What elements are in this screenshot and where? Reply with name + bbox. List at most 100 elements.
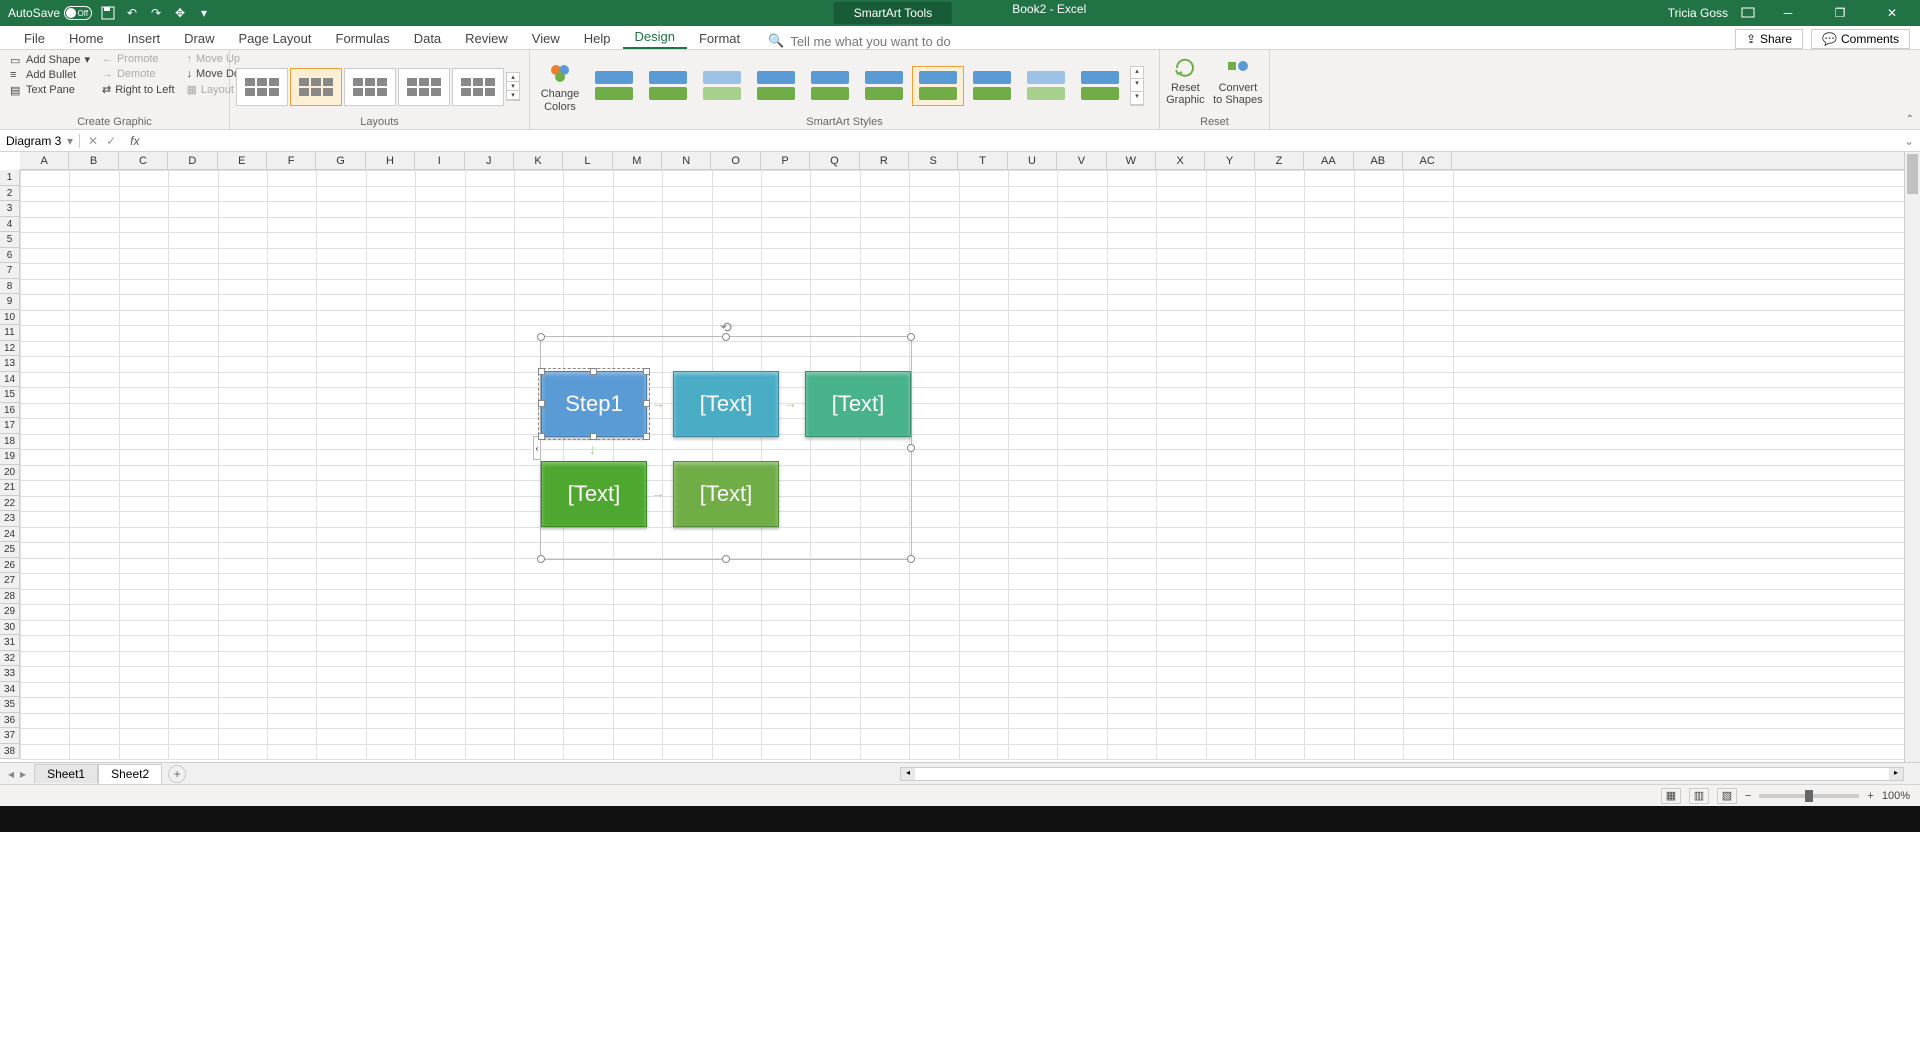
smartart-shape-3[interactable]: [Text] xyxy=(805,371,911,437)
tab-page-layout[interactable]: Page Layout xyxy=(227,28,324,49)
column-header[interactable]: G xyxy=(316,152,365,169)
column-header[interactable]: T xyxy=(958,152,1007,169)
column-header[interactable]: P xyxy=(761,152,810,169)
redo-icon[interactable]: ↷ xyxy=(148,5,164,21)
column-header[interactable]: X xyxy=(1156,152,1205,169)
smartart-shape-4[interactable]: [Text] xyxy=(541,461,647,527)
style-option-7[interactable] xyxy=(912,66,964,106)
tab-file[interactable]: File xyxy=(12,28,57,49)
column-header[interactable]: N xyxy=(662,152,711,169)
column-header[interactable]: L xyxy=(563,152,612,169)
resize-handle-bl[interactable] xyxy=(537,555,545,563)
row-header[interactable]: 2 xyxy=(0,186,20,202)
layout-option-1[interactable] xyxy=(236,68,288,106)
vertical-scrollbar[interactable] xyxy=(1904,152,1920,762)
row-header[interactable]: 15 xyxy=(0,387,20,403)
row-header[interactable]: 26 xyxy=(0,558,20,574)
sheet-tab-2[interactable]: Sheet2 xyxy=(98,764,162,784)
resize-handle-tl[interactable] xyxy=(537,333,545,341)
row-header[interactable]: 33 xyxy=(0,666,20,682)
style-option-4[interactable] xyxy=(750,66,802,106)
column-header[interactable]: K xyxy=(514,152,563,169)
column-header[interactable]: AB xyxy=(1354,152,1403,169)
row-header[interactable]: 3 xyxy=(0,201,20,217)
style-option-3[interactable] xyxy=(696,66,748,106)
cancel-formula-icon[interactable]: ✕ xyxy=(88,134,98,148)
expand-formula-bar-icon[interactable]: ⌄ xyxy=(1898,134,1920,148)
row-header[interactable]: 35 xyxy=(0,697,20,713)
hscroll-right-icon[interactable]: ▸ xyxy=(1889,768,1903,780)
tell-me-search[interactable]: 🔍 Tell me what you want to do xyxy=(768,33,951,49)
styles-more[interactable]: ▴▾▾ xyxy=(1130,66,1144,106)
row-header[interactable]: 24 xyxy=(0,527,20,543)
tab-home[interactable]: Home xyxy=(57,28,116,49)
tab-view[interactable]: View xyxy=(520,28,572,49)
smartart-object[interactable]: ⟲ ‹ Step1[Text][Text][Text][Text] → → ↓ … xyxy=(540,336,912,560)
collapse-ribbon-button[interactable]: ⌃ xyxy=(1906,114,1914,125)
shape-handle[interactable] xyxy=(643,433,650,440)
style-option-2[interactable] xyxy=(642,66,694,106)
shape-handle[interactable] xyxy=(538,368,545,375)
autosave-toggle[interactable]: AutoSave Off xyxy=(8,6,92,20)
tab-insert[interactable]: Insert xyxy=(116,28,173,49)
row-header[interactable]: 8 xyxy=(0,279,20,295)
shape-handle[interactable] xyxy=(538,400,545,407)
column-header[interactable]: W xyxy=(1107,152,1156,169)
sheet-nav-next-icon[interactable]: ▸ xyxy=(20,767,26,781)
worksheet-grid[interactable]: ABCDEFGHIJKLMNOPQRSTUVWXYZAAABAC 1234567… xyxy=(0,152,1920,762)
row-header[interactable]: 22 xyxy=(0,496,20,512)
tab-formulas[interactable]: Formulas xyxy=(324,28,402,49)
row-header[interactable]: 18 xyxy=(0,434,20,450)
name-box[interactable]: Diagram 3▾ xyxy=(0,134,80,148)
row-header[interactable]: 38 xyxy=(0,744,20,760)
resize-handle-br[interactable] xyxy=(907,555,915,563)
undo-icon[interactable]: ↶ xyxy=(124,5,140,21)
tab-review[interactable]: Review xyxy=(453,28,520,49)
text-pane-button[interactable]: ▤Text Pane xyxy=(6,83,94,97)
smartart-shape-5[interactable]: [Text] xyxy=(673,461,779,527)
zoom-slider-thumb[interactable] xyxy=(1805,790,1813,802)
tab-help[interactable]: Help xyxy=(572,28,623,49)
close-button[interactable]: ✕ xyxy=(1872,0,1912,26)
shape-handle[interactable] xyxy=(643,368,650,375)
resize-handle-tr[interactable] xyxy=(907,333,915,341)
column-header[interactable]: AC xyxy=(1403,152,1452,169)
column-header[interactable]: U xyxy=(1008,152,1057,169)
row-header[interactable]: 27 xyxy=(0,573,20,589)
column-header[interactable]: A xyxy=(20,152,69,169)
fx-icon[interactable]: fx xyxy=(124,134,145,148)
style-option-10[interactable] xyxy=(1074,66,1126,106)
column-header[interactable]: Q xyxy=(810,152,859,169)
add-bullet-button[interactable]: ≡Add Bullet xyxy=(6,68,94,82)
user-name[interactable]: Tricia Goss xyxy=(1668,6,1728,20)
row-header[interactable]: 30 xyxy=(0,620,20,636)
smartart-shape-2[interactable]: [Text] xyxy=(673,371,779,437)
column-header[interactable]: R xyxy=(860,152,909,169)
reset-graphic-button[interactable]: Reset Graphic xyxy=(1166,56,1205,115)
column-header[interactable]: F xyxy=(267,152,316,169)
row-header[interactable]: 21 xyxy=(0,480,20,496)
add-shape-button[interactable]: ▭Add Shape ▾ xyxy=(6,52,94,67)
layout-option-2[interactable] xyxy=(290,68,342,106)
column-header[interactable]: D xyxy=(168,152,217,169)
resize-handle-bc[interactable] xyxy=(722,555,730,563)
column-header[interactable]: I xyxy=(415,152,464,169)
tab-format[interactable]: Format xyxy=(687,28,752,49)
resize-handle-tc[interactable] xyxy=(722,333,730,341)
sheet-tab-1[interactable]: Sheet1 xyxy=(34,764,98,783)
minimize-button[interactable]: ─ xyxy=(1768,0,1808,26)
column-header[interactable]: O xyxy=(711,152,760,169)
comments-button[interactable]: 💬Comments xyxy=(1811,29,1910,49)
row-header[interactable]: 4 xyxy=(0,217,20,233)
style-option-9[interactable] xyxy=(1020,66,1072,106)
row-header[interactable]: 1 xyxy=(0,170,20,186)
row-header[interactable]: 6 xyxy=(0,248,20,264)
style-option-6[interactable] xyxy=(858,66,910,106)
zoom-level[interactable]: 100% xyxy=(1882,790,1910,802)
save-icon[interactable] xyxy=(100,5,116,21)
convert-to-shapes-button[interactable]: Convert to Shapes xyxy=(1213,56,1263,115)
normal-view-button[interactable]: ▦ xyxy=(1661,788,1681,804)
share-button[interactable]: ⇪Share xyxy=(1735,29,1803,49)
row-header[interactable]: 5 xyxy=(0,232,20,248)
zoom-out-button[interactable]: − xyxy=(1745,790,1751,802)
